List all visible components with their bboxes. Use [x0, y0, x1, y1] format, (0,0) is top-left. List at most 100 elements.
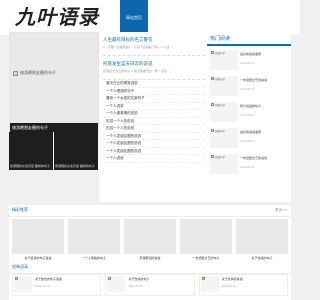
- featured-card[interactable]: 形容眼泪的说说: [124, 219, 176, 265]
- list-item[interactable]: 形容一个人的说说: [103, 125, 205, 133]
- headline-desc: 1、不要一次都能是1，只有不会输赢下来。2.人生...: [103, 45, 173, 49]
- list-item[interactable]: 蓝天白云的搞笑说说: [103, 80, 205, 88]
- hot-post[interactable]: 伤感句子 最好的说说语录 2024-05-03: [210, 50, 288, 72]
- card-image[interactable]: [236, 219, 288, 254]
- classic-item-image[interactable]: [107, 276, 126, 292]
- card-title[interactable]: 一个人孤独的句子: [68, 256, 120, 260]
- nav-item-sign[interactable]: 签名: [232, 0, 252, 35]
- card-title[interactable]: 形容眼泪的说说: [124, 256, 176, 260]
- sidebar-title: 热门阅读: [210, 36, 231, 42]
- list-item[interactable]: 一个人喝酒的句子: [103, 88, 205, 95]
- broken-image-icon: [108, 277, 112, 280]
- classic-item-title[interactable]: 关于伤感的句子: [128, 277, 170, 281]
- hot-post-title[interactable]: 最好的说说语录: [240, 52, 261, 56]
- featured-cards: 关于爱情的句子说说 一个人孤独的句子 形容眼泪的说说 一句话很文艺的句子 关于伤…: [12, 219, 288, 265]
- hot-post[interactable]: 伤感句子 努力说说的句子 2024-05-02: [210, 102, 288, 124]
- article-list: 蓝天白云的搞笑说说 一个人喝酒的句子 喜欢一个女孩的文案句子 一个人说说 一个人…: [99, 80, 209, 163]
- section-title: 经典语录: [12, 264, 28, 269]
- site-logo[interactable]: 九叶语录: [15, 4, 99, 30]
- hot-post-date: 2024-05-03: [240, 62, 255, 65]
- hot-post-title[interactable]: 努力说说的句子: [240, 104, 261, 108]
- broken-image-icon: [211, 103, 214, 106]
- list-item[interactable]: 一个人做事情的说说: [103, 110, 205, 118]
- hot-sidebar: 热门阅读 伤感句子 最好的说说语录 2024-05-03 伤感句子 一句话很文艺…: [207, 32, 291, 202]
- slider-thumb[interactable]: 旅游晒的文案高级 趣味的句子: [54, 132, 99, 170]
- list-item[interactable]: 形容一个人的说说: [103, 118, 205, 125]
- classic-item[interactable]: 关于友情的说说 2024-05-02: [198, 274, 288, 296]
- list-item[interactable]: 一个人说说: [103, 103, 205, 110]
- card-title[interactable]: 关于爱情的句子说说: [12, 256, 64, 260]
- list-item[interactable]: 一个人发朋友圈的说说: [103, 140, 205, 148]
- headline-block: 人生最有目标的名言警句 1、不要一次都能是1，只有不会输赢下来。2.人生...: [99, 32, 209, 51]
- image-alt: 伤感句子: [215, 156, 226, 159]
- card-image[interactable]: [12, 219, 64, 254]
- classic-item-title[interactable]: 关于友情的说说: [222, 277, 264, 281]
- thumb-label: 旅游晒的文案高级 趣味的句子: [55, 164, 95, 168]
- section-title: 精彩推荐: [12, 207, 28, 212]
- classic-item-title[interactable]: 关于励志的句子说说: [35, 277, 77, 281]
- featured-card[interactable]: 关于伤感的句子: [236, 219, 288, 265]
- featured-card[interactable]: 一句话很文艺的句子: [180, 219, 232, 265]
- section-header: 精彩推荐 更多>>: [9, 205, 291, 217]
- card-image[interactable]: [68, 219, 120, 254]
- broken-image-icon: [15, 277, 18, 280]
- slider-thumb[interactable]: 旅游晒的文案高级 趣味的句子: [9, 132, 54, 170]
- headline-column: 人生最有目标的名言警句 1、不要一次都能是1，只有不会输赢下来。2.人生... …: [99, 32, 209, 202]
- classic-item-image[interactable]: [200, 276, 219, 292]
- broken-image-icon: [13, 71, 18, 76]
- hot-post[interactable]: 伤感句子 最好的说说语录 2024-05-03: [210, 128, 288, 150]
- broken-image-icon: [211, 77, 214, 80]
- hot-post-date: 2024-05-03: [240, 140, 255, 143]
- list-item[interactable]: 一个人说说: [103, 155, 205, 163]
- hot-post-title[interactable]: 最好的说说语录: [240, 130, 261, 134]
- card-image[interactable]: [180, 219, 232, 254]
- image-slider[interactable]: 旅游晒朋友圈的句子 旅游晒朋友圈的句子: [9, 32, 99, 144]
- broken-image-icon: [201, 277, 205, 280]
- slider-image[interactable]: 旅游晒朋友圈的句子: [10, 33, 98, 123]
- site-header: 九叶语录 网站首页 说说大全 心情说说 励志句子 签名 伤感句子: [0, 0, 300, 35]
- hot-post-date: 2024-05-03: [240, 88, 255, 91]
- image-alt: 伤感句子: [215, 130, 226, 133]
- hot-post-title[interactable]: 一句话很文艺的说说: [240, 156, 267, 160]
- classic-items: 关于励志的句子说说 2024-05-02 关于伤感的句子 2024-05-02 …: [12, 274, 288, 296]
- hot-post[interactable]: 伤感句子 一句话很文艺的说说 2024-05-02: [210, 154, 288, 176]
- nav-item-inspire[interactable]: 励志句子: [204, 0, 232, 35]
- classic-item-image[interactable]: [14, 276, 32, 292]
- hot-post-image[interactable]: 伤感句子: [210, 76, 238, 96]
- classic-item-date: 2024-05-02: [35, 285, 50, 288]
- sidebar-header: 热门阅读: [207, 32, 291, 46]
- headline-title[interactable]: 形容发生蓝天白云的说说: [103, 61, 205, 67]
- nav-item-mood[interactable]: 心情说说: [176, 0, 204, 35]
- image-alt: 伤感句子: [215, 104, 226, 107]
- featured-card[interactable]: 一个人孤独的句子: [68, 219, 120, 265]
- nav-item-sad[interactable]: 伤感句子: [252, 0, 280, 35]
- main-nav: 网站首页 说说大全 心情说说 励志句子 签名 伤感句子: [120, 0, 280, 35]
- card-title[interactable]: 关于伤感的句子: [236, 256, 288, 260]
- card-image[interactable]: [124, 219, 176, 254]
- hot-post-image[interactable]: 伤感句子: [210, 128, 238, 148]
- hot-post-image[interactable]: 伤感句子: [210, 102, 238, 122]
- classic-item-date: 2024-05-02: [221, 285, 237, 288]
- hot-post[interactable]: 伤感句子 一句话很文艺的说说 2024-05-03: [210, 76, 288, 98]
- headline-title[interactable]: 人生最有目标的名言警句: [103, 37, 205, 43]
- headline-desc: 形容蓝天白云的句子 1.蓝天像被洗过一样，没有...: [103, 69, 170, 73]
- classic-item[interactable]: 关于励志的句子说说 2024-05-02: [12, 274, 102, 296]
- hot-post-title[interactable]: 一句话很文艺的说说: [240, 78, 267, 82]
- section-header: 经典语录: [9, 262, 291, 274]
- list-item[interactable]: 一个人发朋友圈的说说: [103, 148, 205, 155]
- list-item[interactable]: 喜欢一个女孩的文案句子: [103, 95, 205, 103]
- card-title[interactable]: 一句话很文艺的句子: [180, 256, 232, 260]
- nav-item-shuoshuo[interactable]: 说说大全: [148, 0, 176, 35]
- more-link[interactable]: 更多>>: [275, 208, 288, 213]
- broken-image-icon: [211, 51, 214, 54]
- hot-post-image[interactable]: 伤感句子: [210, 154, 238, 174]
- image-alt: 伤感句子: [215, 52, 226, 55]
- nav-item-home[interactable]: 网站首页: [120, 0, 148, 35]
- headline-block: 形容发生蓝天白云的说说 形容蓝天白云的句子 1.蓝天像被洗过一样，没有...: [99, 56, 209, 75]
- classic-section: 经典语录 关于励志的句子说说 2024-05-02 关于伤感的句子 2024-0…: [9, 262, 291, 300]
- slider-image-alt: 旅游晒朋友圈的句子: [20, 70, 56, 75]
- featured-card[interactable]: 关于爱情的句子说说: [12, 219, 64, 265]
- classic-item[interactable]: 关于伤感的句子 2024-05-02: [105, 274, 195, 296]
- list-item[interactable]: 一个人发朋友圈的说说: [103, 133, 205, 140]
- hot-post-image[interactable]: 伤感句子: [210, 50, 238, 70]
